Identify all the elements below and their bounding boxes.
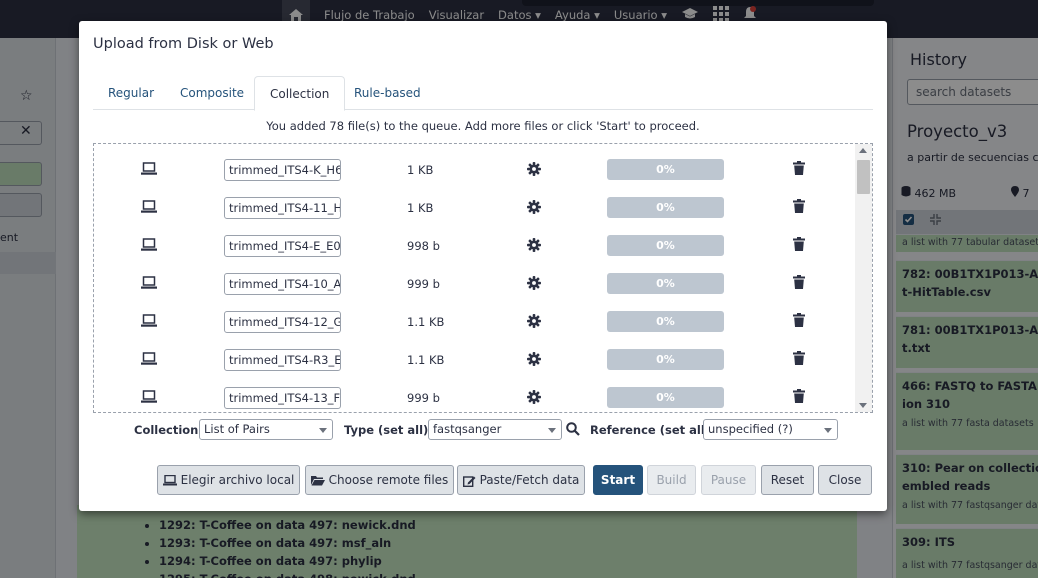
upload-row: trimmed_ITS4-K_H6 1 KB 0% — [94, 152, 854, 190]
collection-type-select[interactable]: List of Pairs — [199, 419, 333, 440]
laptop-icon[interactable] — [141, 352, 157, 368]
laptop-icon — [162, 475, 177, 486]
laptop-icon[interactable] — [141, 200, 157, 216]
reset-button[interactable]: Reset — [761, 465, 814, 495]
folder-open-icon — [310, 476, 325, 486]
build-button[interactable]: Build — [647, 465, 696, 495]
trash-icon[interactable] — [793, 275, 805, 289]
queue-scrollbar[interactable] — [855, 144, 872, 412]
choose-local-file-button[interactable]: Elegir archivo local — [157, 465, 300, 495]
chevron-down-icon — [824, 428, 832, 433]
reference-select[interactable]: unspecified (?) — [703, 419, 838, 440]
reference-label: Reference (set all): — [590, 423, 715, 437]
file-name-input[interactable]: trimmed_ITS4-K_H6 — [224, 159, 341, 181]
upload-progress-bar: 0% — [607, 159, 724, 180]
trash-icon[interactable] — [793, 389, 805, 403]
upload-row: trimmed_ITS4-R3_E 1.1 KB 0% — [94, 342, 854, 380]
file-name-input[interactable]: trimmed_ITS4-12_G — [224, 311, 341, 333]
laptop-icon[interactable] — [141, 390, 157, 406]
upload-progress-bar: 0% — [607, 273, 724, 294]
laptop-icon[interactable] — [141, 276, 157, 292]
chevron-down-icon — [319, 428, 327, 433]
type-select[interactable]: fastqsanger — [428, 419, 562, 440]
trash-icon[interactable] — [793, 199, 805, 213]
file-size: 999 b — [407, 391, 440, 405]
upload-progress-bar: 0% — [607, 235, 724, 256]
dialog-title: Upload from Disk or Web — [93, 36, 274, 52]
pause-button[interactable]: Pause — [701, 465, 756, 495]
dialog-footer: Elegir archivo local Choose remote files… — [79, 465, 887, 495]
tab-composite[interactable]: Composite — [165, 76, 259, 110]
upload-queue: trimmed_ITS4-K_H6 1 KB 0% trimmed_ITS4-11_H… — [93, 143, 873, 413]
upload-row: trimmed_ITS4-E_E0 998 b 0% — [94, 228, 854, 266]
upload-progress-bar: 0% — [607, 349, 724, 370]
trash-icon[interactable] — [793, 313, 805, 327]
file-size: 998 b — [407, 239, 440, 253]
laptop-icon[interactable] — [141, 314, 157, 330]
tab-regular[interactable]: Regular — [93, 76, 169, 110]
trash-icon[interactable] — [793, 237, 805, 251]
close-button[interactable]: Close — [818, 465, 872, 495]
file-size: 1.1 KB — [407, 315, 445, 329]
file-size: 1 KB — [407, 163, 434, 177]
upload-progress-bar: 0% — [607, 197, 724, 218]
collection-settings: Collection: List of Pairs Type (set all)… — [79, 419, 887, 441]
trash-icon[interactable] — [793, 161, 805, 175]
chevron-down-icon — [548, 428, 556, 433]
upload-progress-bar: 0% — [607, 387, 724, 408]
upload-row: trimmed_ITS4-10_A 999 b 0% — [94, 266, 854, 304]
file-name-input[interactable]: trimmed_ITS4-R3_E — [224, 349, 341, 371]
trash-icon[interactable] — [793, 351, 805, 365]
tab-rule-based[interactable]: Rule-based — [339, 76, 436, 110]
search-icon[interactable] — [566, 422, 580, 436]
choose-remote-files-button[interactable]: Choose remote files — [305, 465, 454, 495]
gear-icon[interactable] — [527, 390, 541, 404]
gear-icon[interactable] — [527, 200, 541, 214]
gear-icon[interactable] — [527, 276, 541, 290]
file-name-input[interactable]: trimmed_ITS4-10_A — [224, 273, 341, 295]
file-size: 999 b — [407, 277, 440, 291]
laptop-icon[interactable] — [141, 162, 157, 178]
type-label: Type (set all): — [344, 423, 433, 437]
gear-icon[interactable] — [527, 162, 541, 176]
edit-icon — [462, 475, 476, 487]
gear-icon[interactable] — [527, 352, 541, 366]
upload-row: trimmed_ITS4-13_F1 999 b 0% — [94, 380, 854, 412]
queue-message: You added 78 file(s) to the queue. Add m… — [266, 119, 700, 133]
upload-dialog: Upload from Disk or Web Regular Composit… — [79, 21, 887, 511]
gear-icon[interactable] — [527, 238, 541, 252]
tab-collection[interactable]: Collection — [254, 76, 346, 111]
upload-tabs: Regular Composite Collection Rule-based — [93, 76, 873, 111]
laptop-icon[interactable] — [141, 238, 157, 254]
scroll-down-arrow[interactable] — [859, 403, 867, 408]
file-size: 1 KB — [407, 201, 434, 215]
start-button[interactable]: Start — [593, 465, 643, 495]
upload-progress-bar: 0% — [607, 311, 724, 332]
gear-icon[interactable] — [527, 314, 541, 328]
scroll-thumb[interactable] — [857, 160, 870, 194]
upload-row: trimmed_ITS4-11_H1 1 KB 0% — [94, 190, 854, 228]
scroll-up-arrow[interactable] — [859, 148, 867, 153]
file-name-input[interactable]: trimmed_ITS4-13_F1 — [224, 387, 341, 409]
upload-row: trimmed_ITS4-12_G 1.1 KB 0% — [94, 304, 854, 342]
file-size: 1.1 KB — [407, 353, 445, 367]
collection-label: Collection: — [134, 423, 203, 437]
paste-fetch-data-button[interactable]: Paste/Fetch data — [457, 465, 585, 495]
file-name-input[interactable]: trimmed_ITS4-E_E0 — [224, 235, 341, 257]
file-name-input[interactable]: trimmed_ITS4-11_H1 — [224, 197, 341, 219]
